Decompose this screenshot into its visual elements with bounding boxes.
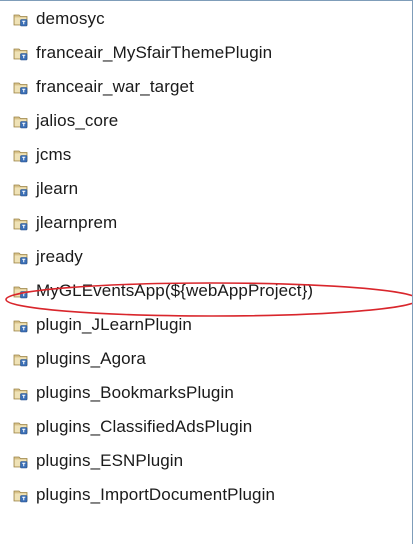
project-item-jalios-core[interactable]: jalios_core — [13, 110, 118, 132]
project-label: jalios_core — [36, 111, 119, 130]
project-label: MyGLEventsApp(${webAppProject}) — [36, 281, 314, 300]
project-item-plugin-jlearnplugin[interactable]: plugin_JLearnPlugin — [13, 314, 192, 336]
project-item-plugins-classifiedadsplugin[interactable]: plugins_ClassifiedAdsPlugin — [13, 416, 252, 438]
project-item-franceair-war-target[interactable]: franceair_war_target — [13, 76, 194, 98]
project-label: plugins_ClassifiedAdsPlugin — [36, 417, 253, 436]
project-label: plugins_Agora — [36, 349, 146, 368]
project-label: plugins_ESNPlugin — [36, 451, 184, 470]
project-item-myglevents-app[interactable]: MyGLEventsApp(${webAppProject}) — [13, 280, 313, 302]
java-project-icon — [13, 113, 29, 129]
project-explorer-panel: demosyc franceair_MySfairThemePlugin fra… — [0, 0, 413, 544]
java-project-icon — [13, 79, 29, 95]
project-item-plugins-esnplugin[interactable]: plugins_ESNPlugin — [13, 450, 183, 472]
project-item-jcms[interactable]: jcms — [13, 144, 71, 166]
project-label: jcms — [36, 145, 72, 164]
java-project-icon — [13, 385, 29, 401]
project-item-franceair-mysfairthemeplugin[interactable]: franceair_MySfairThemePlugin — [13, 42, 272, 64]
project-label: jlearnprem — [36, 213, 118, 232]
project-label: plugins_BookmarksPlugin — [36, 383, 234, 402]
project-item-plugins-importdocumentplugin[interactable]: plugins_ImportDocumentPlugin — [13, 484, 275, 506]
project-item-jready[interactable]: jready — [13, 246, 83, 268]
project-label: plugins_ImportDocumentPlugin — [36, 485, 276, 504]
java-project-icon — [13, 317, 29, 333]
java-project-icon — [13, 11, 29, 27]
project-label: demosyc — [36, 9, 105, 28]
project-label: plugin_JLearnPlugin — [36, 315, 192, 334]
project-item-demosyc[interactable]: demosyc — [13, 8, 105, 30]
java-project-icon — [13, 351, 29, 367]
project-label: jlearn — [36, 179, 79, 198]
project-label: franceair_war_target — [36, 77, 194, 96]
project-item-plugins-agora[interactable]: plugins_Agora — [13, 348, 146, 370]
java-project-icon — [13, 487, 29, 503]
java-project-icon — [13, 283, 29, 299]
project-label: franceair_MySfairThemePlugin — [36, 43, 273, 62]
java-project-icon — [13, 45, 29, 61]
java-project-icon — [13, 249, 29, 265]
java-project-icon — [13, 215, 29, 231]
java-project-icon — [13, 419, 29, 435]
project-item-jlearn[interactable]: jlearn — [13, 178, 78, 200]
project-label: jready — [36, 247, 83, 266]
java-project-icon — [13, 453, 29, 469]
java-project-icon — [13, 147, 29, 163]
java-project-icon — [13, 181, 29, 197]
project-item-jlearnprem[interactable]: jlearnprem — [13, 212, 117, 234]
project-item-plugins-bookmarksplugin[interactable]: plugins_BookmarksPlugin — [13, 382, 234, 404]
